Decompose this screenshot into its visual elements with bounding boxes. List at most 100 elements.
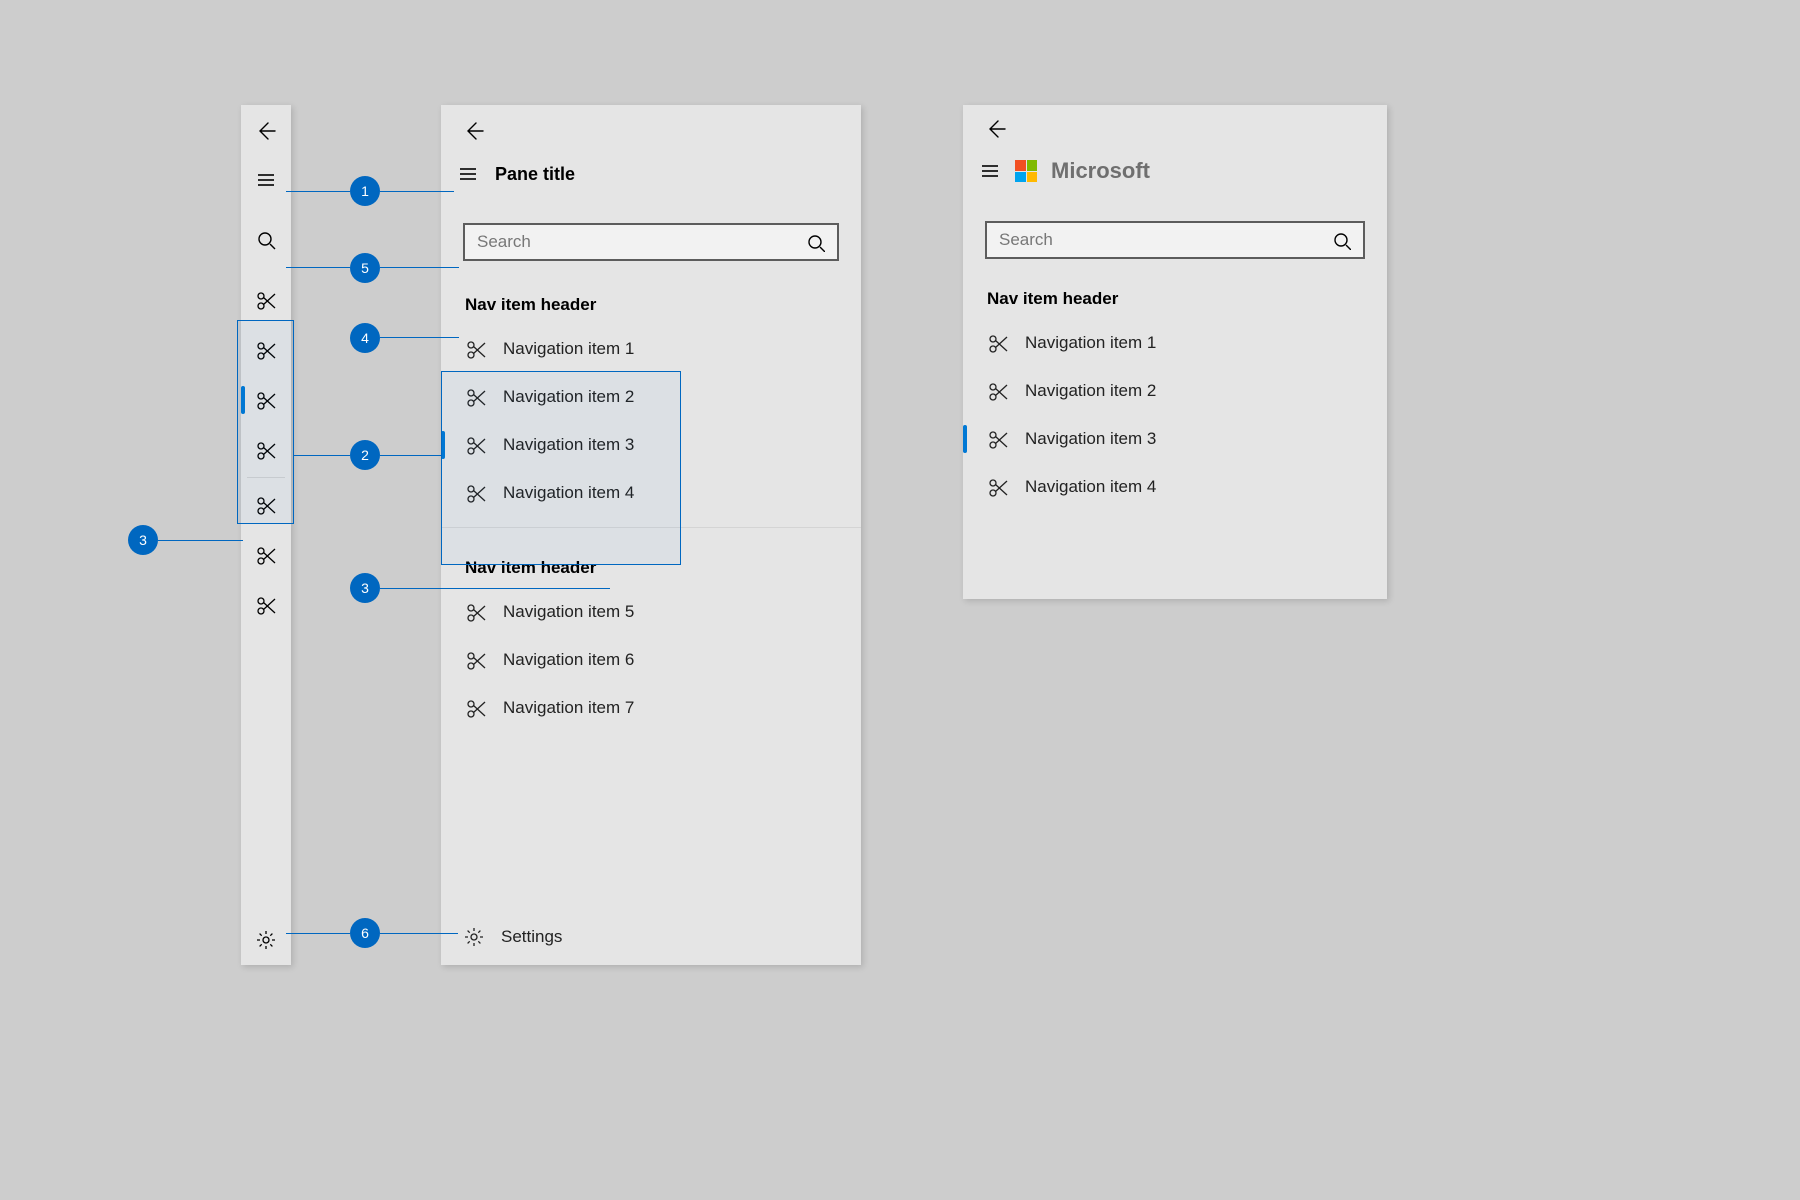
- callout-marker-3-left: 3: [128, 525, 158, 555]
- nav-item[interactable]: Navigation item 7: [441, 684, 861, 732]
- nav-item-label: Navigation item 3: [503, 435, 634, 455]
- nav-item-selected[interactable]: Navigation item 3: [441, 421, 861, 469]
- selection-indicator: [241, 386, 245, 414]
- nav-icon-item[interactable]: [241, 530, 291, 580]
- nav-item-label: Navigation item 2: [503, 387, 634, 407]
- hamburger-icon[interactable]: [979, 160, 1001, 182]
- nav-item[interactable]: Navigation item 2: [441, 373, 861, 421]
- nav-item-label: Navigation item 6: [503, 650, 634, 670]
- nav-icon-item[interactable]: [241, 425, 291, 475]
- scissors-icon: [987, 476, 1009, 498]
- nav-header: Nav item header: [441, 275, 861, 325]
- separator: [247, 477, 285, 478]
- nav-item[interactable]: Navigation item 4: [963, 463, 1387, 511]
- nav-icon-item[interactable]: [241, 275, 291, 325]
- scissors-icon: [465, 482, 487, 504]
- search-icon: [1331, 230, 1351, 250]
- scissors-icon: [255, 339, 277, 361]
- compact-nav-pane: [241, 105, 291, 965]
- scissors-icon: [255, 594, 277, 616]
- selection-indicator: [963, 425, 967, 453]
- callout-marker-2: 2: [350, 440, 380, 470]
- search-icon: [805, 232, 825, 252]
- separator: [441, 527, 861, 528]
- callout-connector: [380, 933, 458, 934]
- search-box[interactable]: [985, 221, 1365, 259]
- nav-item-label: Navigation item 3: [1025, 429, 1156, 449]
- nav-item[interactable]: Navigation item 4: [441, 469, 861, 517]
- callout-connector: [286, 267, 350, 268]
- hamburger-icon[interactable]: [457, 163, 479, 185]
- selection-indicator: [441, 431, 445, 459]
- gear-icon: [463, 926, 485, 948]
- scissors-icon: [255, 494, 277, 516]
- back-button[interactable]: [241, 105, 291, 155]
- nav-item[interactable]: Navigation item 1: [963, 319, 1387, 367]
- callout-connector: [380, 588, 610, 589]
- nav-header: Nav item header: [963, 269, 1387, 319]
- nav-item-label: Navigation item 2: [1025, 381, 1156, 401]
- scissors-icon: [465, 697, 487, 719]
- scissors-icon: [465, 601, 487, 623]
- pane-title-row: Pane title: [441, 155, 861, 193]
- scissors-icon: [255, 544, 277, 566]
- callout-marker-1: 1: [350, 176, 380, 206]
- callout-marker-6: 6: [350, 918, 380, 948]
- nav-icon-item[interactable]: [241, 325, 291, 375]
- search-input[interactable]: [999, 230, 1331, 250]
- diagram-canvas: Pane title Nav item header Navigation it…: [0, 0, 1800, 1200]
- scissors-icon: [987, 380, 1009, 402]
- nav-icon-item[interactable]: [241, 580, 291, 630]
- search-input[interactable]: [477, 232, 805, 252]
- scissors-icon: [255, 389, 277, 411]
- hamburger-button[interactable]: [241, 155, 291, 205]
- search-icon: [255, 229, 277, 251]
- settings-button[interactable]: [241, 915, 291, 965]
- back-button-row[interactable]: [963, 105, 1387, 151]
- callout-connector: [294, 455, 350, 456]
- nav-item-label: Navigation item 1: [503, 339, 634, 359]
- hamburger-icon: [255, 169, 277, 191]
- settings-label: Settings: [501, 927, 562, 947]
- nav-header: Nav item header: [441, 538, 861, 588]
- callout-connector: [380, 337, 459, 338]
- nav-item[interactable]: Navigation item 6: [441, 636, 861, 684]
- search-button[interactable]: [241, 215, 291, 265]
- nav-item-label: Navigation item 1: [1025, 333, 1156, 353]
- settings-item[interactable]: Settings: [441, 909, 861, 965]
- brand-title-row: Microsoft: [963, 151, 1387, 191]
- nav-item[interactable]: Navigation item 1: [441, 325, 861, 373]
- scissors-icon: [465, 386, 487, 408]
- callout-connector: [158, 540, 243, 541]
- nav-item-label: Navigation item 5: [503, 602, 634, 622]
- callout-connector: [286, 933, 350, 934]
- pane-title: Pane title: [495, 164, 575, 185]
- callout-marker-3-center: 3: [350, 573, 380, 603]
- scissors-icon: [465, 649, 487, 671]
- callout-connector: [380, 191, 454, 192]
- callout-connector: [380, 267, 459, 268]
- search-box[interactable]: [463, 223, 839, 261]
- arrow-left-icon: [463, 119, 485, 141]
- nav-item[interactable]: Navigation item 5: [441, 588, 861, 636]
- scissors-icon: [987, 332, 1009, 354]
- arrow-left-icon: [255, 119, 277, 141]
- nav-icon-item-selected[interactable]: [241, 375, 291, 425]
- nav-icon-item[interactable]: [241, 480, 291, 530]
- microsoft-logo-icon: [1015, 160, 1037, 182]
- nav-item[interactable]: Navigation item 2: [963, 367, 1387, 415]
- scissors-icon: [465, 434, 487, 456]
- nav-item-selected[interactable]: Navigation item 3: [963, 415, 1387, 463]
- scissors-icon: [987, 428, 1009, 450]
- nav-item-label: Navigation item 4: [1025, 477, 1156, 497]
- nav-item-label: Navigation item 4: [503, 483, 634, 503]
- back-button-row[interactable]: [441, 105, 861, 155]
- expanded-nav-pane: Pane title Nav item header Navigation it…: [441, 105, 861, 965]
- callout-marker-5: 5: [350, 253, 380, 283]
- branded-nav-pane: Microsoft Nav item header Navigation ite…: [963, 105, 1387, 599]
- scissors-icon: [465, 338, 487, 360]
- callout-connector: [286, 191, 350, 192]
- gear-icon: [255, 929, 277, 951]
- arrow-left-icon: [985, 117, 1007, 139]
- scissors-icon: [255, 289, 277, 311]
